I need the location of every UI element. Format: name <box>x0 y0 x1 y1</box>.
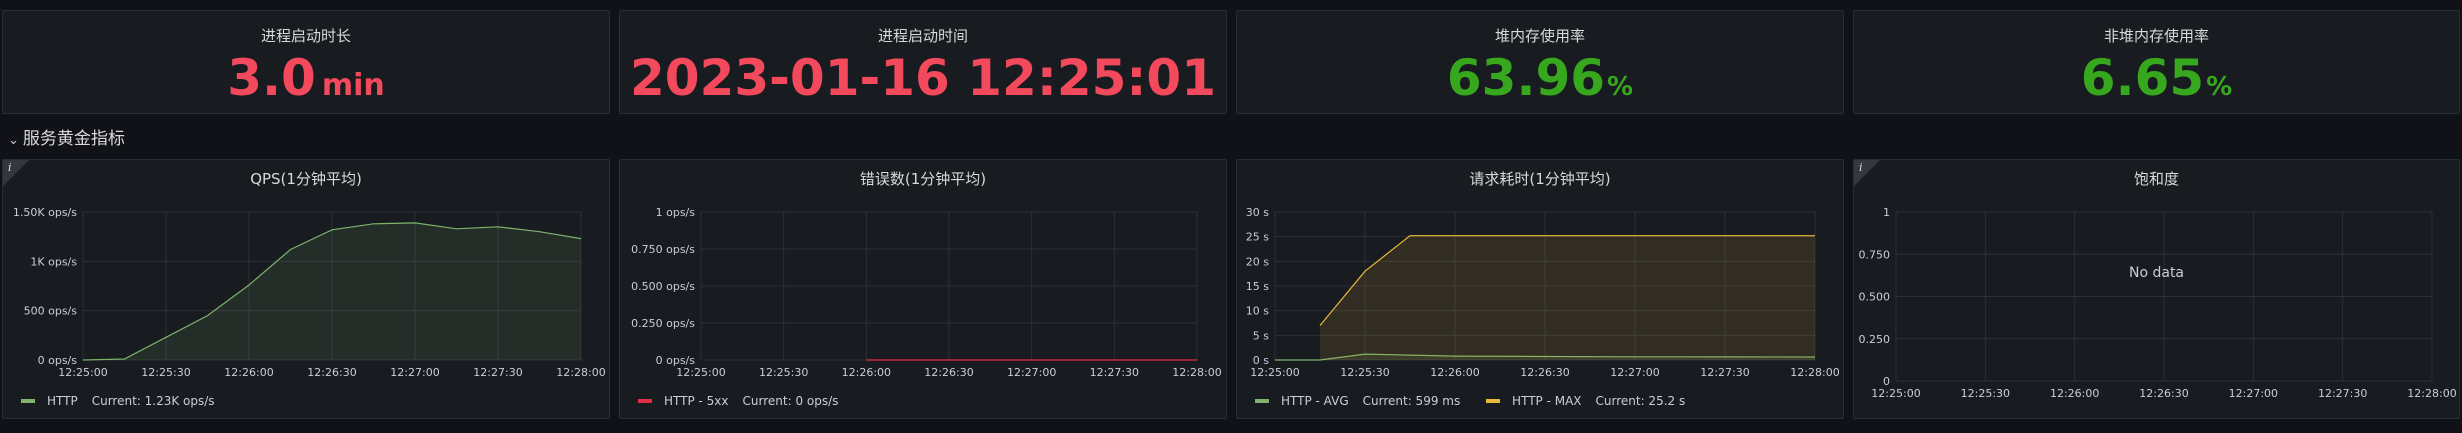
stat-title: 进程启动时间 <box>877 27 968 45</box>
y-tick-label: 30 s <box>1246 206 1269 219</box>
x-tick-label: 12:26:30 <box>924 366 973 379</box>
x-tick-label: 12:28:00 <box>1790 366 1839 379</box>
y-tick-label: 25 s <box>1246 231 1269 244</box>
x-tick-label: 12:27:00 <box>1610 366 1659 379</box>
stat-number: 3.0 <box>227 49 316 107</box>
stat-number: 2023-01-16 12:25:01 <box>630 49 1216 107</box>
errors-chart: 0 ops/s0.250 ops/s0.500 ops/s0.750 ops/s… <box>631 206 1222 379</box>
legend-current: Current: 25.2 s <box>1595 394 1686 408</box>
x-tick-label: 12:25:30 <box>1961 387 2010 400</box>
y-tick-label: 1 <box>1883 206 1890 219</box>
y-tick-label: 15 s <box>1246 280 1269 293</box>
x-tick-label: 12:25:00 <box>1250 366 1299 379</box>
stat-title: 堆内存使用率 <box>1494 27 1585 45</box>
y-tick-label: 1K ops/s <box>30 255 77 268</box>
y-tick-label: 0.500 <box>1859 291 1891 304</box>
x-tick-label: 12:26:00 <box>1430 366 1479 379</box>
stat-value: 2023-01-16 12:25:01 <box>620 49 1226 107</box>
stat-panel-heap-usage[interactable]: 堆内存使用率 63.96% <box>1236 10 1844 114</box>
stat-unit: % <box>2206 72 2233 102</box>
y-tick-label: 1.50K ops/s <box>13 206 77 219</box>
x-tick-label: 12:28:00 <box>1172 366 1221 379</box>
graph-panel-errors[interactable]: 错误数(1分钟平均) 0 ops/s 0.250 ops/s 0.500 ops/s… <box>619 159 1227 419</box>
y-tick-label: 0.250 ops/s <box>631 317 695 330</box>
x-tick-label: 12:28:00 <box>2407 387 2456 400</box>
legend-swatch <box>638 399 652 403</box>
x-tick-label: 12:25:00 <box>676 366 725 379</box>
y-tick-label: 5 s <box>1253 329 1269 342</box>
y-tick-label: 10 s <box>1246 305 1269 318</box>
x-tick-label: 12:28:00 <box>556 366 605 379</box>
y-tick-label: 500 ops/s <box>24 305 78 318</box>
legend-name: HTTP <box>47 394 78 408</box>
x-tick-label: 12:26:30 <box>1520 366 1569 379</box>
x-tick-label: 12:27:30 <box>1700 366 1749 379</box>
legend-current: Current: 1.23K ops/s <box>91 394 215 408</box>
stat-number: 6.65 <box>2080 49 2205 107</box>
graph-panel-qps[interactable]: i QPS(1分钟平均) 0 ops/s 500 ops/s 1K ops/s 1.5… <box>2 159 610 419</box>
legend-swatch <box>1255 399 1269 403</box>
legend-name: HTTP - AVG <box>1281 394 1349 408</box>
legend-swatch <box>21 399 35 403</box>
x-tick-label: 12:26:00 <box>224 366 273 379</box>
x-tick-label: 12:26:00 <box>2050 387 2099 400</box>
stat-unit: min <box>321 68 385 103</box>
stat-unit: % <box>1607 72 1634 102</box>
x-tick-label: 12:27:30 <box>1090 366 1139 379</box>
legend-item[interactable]: HTTP - AVG Current: 599 ms <box>1255 394 1460 408</box>
legend-item[interactable]: HTTP Current: 1.23K ops/s <box>21 394 215 408</box>
row-title: 服务黄金指标 <box>22 129 125 149</box>
stat-title: 进程启动时长 <box>260 27 351 45</box>
legend-item[interactable]: HTTP - 5xx Current: 0 ops/s <box>638 394 838 408</box>
stat-value: 63.96% <box>1237 49 1843 107</box>
x-tick-label: 12:27:00 <box>390 366 439 379</box>
legend-swatch <box>1486 399 1501 403</box>
stat-value: 3.0 min <box>3 49 609 107</box>
x-tick-label: 12:26:30 <box>307 366 356 379</box>
stat-panel-uptime[interactable]: 进程启动时长 3.0 min <box>2 10 610 114</box>
legend: HTTP Current: 1.23K ops/s <box>21 392 237 408</box>
no-data-message: No data <box>2128 265 2185 281</box>
legend: HTTP - AVG Current: 599 ms HTTP - MAX Cu… <box>1255 392 1707 408</box>
x-tick-label: 12:25:30 <box>141 366 190 379</box>
stat-panel-start-time[interactable]: 进程启动时间 2023-01-16 12:25:01 <box>619 10 1227 114</box>
graph-panel-latency[interactable]: 请求耗时(1分钟平均) 0 s5 s 10 s 15 s 20 s 25 s 30 s 12… <box>1236 159 1844 419</box>
x-tick-label: 12:27:30 <box>473 366 522 379</box>
stat-panel-nonheap-usage[interactable]: 非堆内存使用率 6.65% <box>1853 10 2460 114</box>
x-tick-label: 12:26:00 <box>842 366 891 379</box>
y-tick-label: 0.500 ops/s <box>631 280 695 293</box>
row-header-golden-metrics[interactable]: ⌄ 服务黄金指标 <box>8 124 125 149</box>
legend: HTTP - 5xx Current: 0 ops/s <box>638 392 860 408</box>
x-tick-label: 12:27:00 <box>1007 366 1056 379</box>
graph-panel-saturation[interactable]: i 饱和度 0 0.250 0.500 0.750 1 12:25:00 12:25:30 1… <box>1853 159 2460 419</box>
y-tick-label: 1 ops/s <box>656 206 696 219</box>
latency-chart: 0 s5 s10 s15 s20 s25 s30 s12:25:00 12:25:… <box>1246 206 1840 379</box>
legend-current: Current: 0 ops/s <box>742 394 839 408</box>
legend-name: HTTP - MAX <box>1512 394 1582 408</box>
x-tick-label: 12:25:30 <box>1340 366 1389 379</box>
saturation-chart: 00.2500.5000.750112:25:00 12:25:30 12:26:0… <box>1859 206 2457 400</box>
qps-chart: 0 ops/s500 ops/s1K ops/s1.50K ops/s12:25… <box>13 206 606 379</box>
x-tick-label: 12:26:30 <box>2139 387 2188 400</box>
legend-item[interactable]: HTTP - MAX Current: 25.2 s <box>1486 394 1685 408</box>
y-tick-label: 0.750 <box>1859 248 1891 261</box>
stat-number: 63.96 <box>1446 49 1606 107</box>
stat-value: 6.65% <box>1854 49 2459 107</box>
y-tick-label: 0.750 ops/s <box>631 243 695 256</box>
x-tick-label: 12:25:30 <box>759 366 808 379</box>
x-tick-label: 12:27:00 <box>2229 387 2278 400</box>
x-tick-label: 12:25:00 <box>1871 387 1920 400</box>
y-tick-label: 20 s <box>1246 255 1269 268</box>
series-area-http-max <box>1320 235 1815 360</box>
y-tick-label: 0.250 <box>1859 333 1891 346</box>
stat-title: 非堆内存使用率 <box>2103 27 2209 45</box>
legend-current: Current: 599 ms <box>1362 394 1461 408</box>
chevron-down-icon: ⌄ <box>8 133 19 148</box>
legend-name: HTTP - 5xx <box>664 394 729 408</box>
series-area-http <box>83 222 581 360</box>
x-tick-label: 12:27:30 <box>2318 387 2367 400</box>
x-tick-label: 12:25:00 <box>58 366 107 379</box>
